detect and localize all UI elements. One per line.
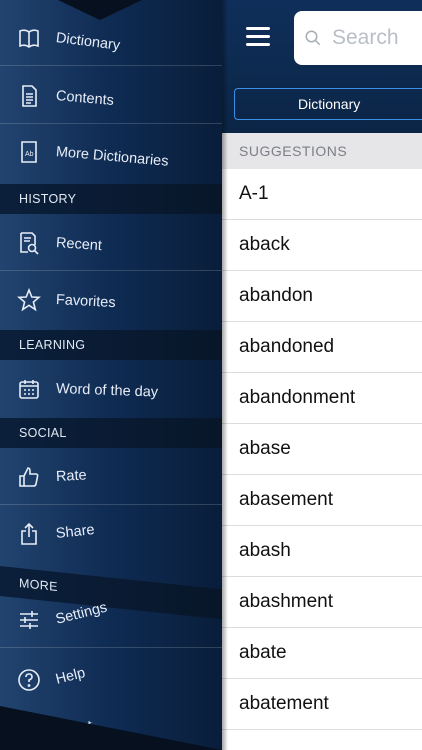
word-label: abandonment: [239, 387, 356, 408]
list-item[interactable]: A-1: [222, 169, 422, 220]
list-item[interactable]: abandoned: [222, 322, 422, 373]
top-fold-shadow: [58, 0, 142, 20]
hamburger-line: [246, 35, 270, 38]
sidebar-item-label: Settings: [54, 599, 109, 628]
sidebar-item-label: Recent: [55, 235, 103, 255]
word-label: abasement: [239, 489, 334, 510]
sidebar-item-label: Share: [55, 521, 96, 542]
divider: [0, 647, 222, 648]
word-label: abashment: [239, 591, 334, 612]
word-label: A-1: [239, 183, 269, 204]
suggestions-list: A-1 aback abandon abandoned abandonment …: [222, 169, 422, 730]
sidebar-item-label: Word of the day: [55, 381, 159, 401]
dictionary-segment-button[interactable]: Dictionary: [234, 88, 422, 120]
sidebar-item-label: Help: [54, 665, 87, 688]
list-item[interactable]: abate: [222, 628, 422, 679]
sidebar-item-more-dictionaries[interactable]: Ab More Dictionaries: [0, 124, 222, 180]
help-icon: [16, 667, 42, 693]
list-item[interactable]: abatement: [222, 679, 422, 730]
sidebar-item-share[interactable]: Share: [0, 506, 222, 562]
sidebar-item-recent[interactable]: Recent: [0, 215, 222, 271]
sidebar-item-label: Favorites: [55, 292, 116, 312]
word-label: abandoned: [239, 336, 335, 357]
section-header-social: SOCIAL: [0, 418, 222, 448]
sidebar-item-word-of-the-day[interactable]: Word of the day: [0, 361, 222, 417]
hamburger-line: [246, 27, 270, 30]
thumbs-up-icon: [16, 464, 42, 490]
sidebar-item-settings[interactable]: Settings: [0, 592, 222, 648]
sidebar-item-label: Rate: [55, 467, 88, 485]
dictionary-ab-icon: Ab: [16, 139, 42, 165]
sidebar-item-favorites[interactable]: Favorites: [0, 272, 222, 328]
sidebar-item-contents[interactable]: Contents: [0, 68, 222, 124]
list-item[interactable]: abandon: [222, 271, 422, 322]
share-icon: [16, 521, 42, 547]
suggestions-header: SUGGESTIONS: [222, 133, 422, 169]
word-label: abash: [239, 540, 291, 561]
list-item[interactable]: abasement: [222, 475, 422, 526]
document-icon: [16, 83, 42, 109]
divider: [0, 65, 222, 66]
star-icon: [16, 287, 42, 313]
section-header-history: HISTORY: [0, 184, 222, 214]
search-box[interactable]: [294, 11, 422, 65]
word-label: abatement: [239, 693, 329, 714]
sidebar-item-label: More Dictionaries: [55, 144, 170, 170]
list-item[interactable]: aback: [222, 220, 422, 271]
divider: [0, 270, 222, 271]
hamburger-menu-button[interactable]: [246, 27, 270, 47]
section-header-learning: LEARNING: [0, 330, 222, 360]
list-item[interactable]: abash: [222, 526, 422, 577]
navigation-bar: Dictionary: [222, 0, 422, 133]
svg-text:Ab: Ab: [25, 151, 34, 158]
word-label: aback: [239, 234, 290, 255]
segment-label: Dictionary: [298, 96, 361, 112]
search-icon: [305, 30, 321, 46]
word-label: abate: [239, 642, 287, 663]
word-label: abase: [239, 438, 291, 459]
recent-search-icon: [16, 230, 42, 256]
panel-shadow: [222, 0, 228, 750]
sliders-icon: [16, 607, 42, 633]
bottom-fold-shadow: [0, 706, 222, 750]
calendar-icon: [16, 376, 42, 402]
main-panel: Dictionary SUGGESTIONS A-1 aback abandon…: [222, 0, 422, 750]
hamburger-line: [246, 43, 270, 46]
side-menu: Dictionary Contents Ab More Dictionaries…: [0, 0, 222, 750]
sidebar-item-label: Contents: [55, 88, 115, 110]
book-icon: [16, 25, 42, 51]
list-item[interactable]: abandonment: [222, 373, 422, 424]
sidebar-item-help[interactable]: Help: [0, 652, 222, 708]
list-item[interactable]: abashment: [222, 577, 422, 628]
sidebar-item-label: Dictionary: [55, 30, 121, 54]
list-item[interactable]: abase: [222, 424, 422, 475]
sidebar-item-rate[interactable]: Rate: [0, 449, 222, 505]
word-label: abandon: [239, 285, 313, 306]
search-input[interactable]: [330, 25, 422, 51]
divider: [0, 504, 222, 505]
